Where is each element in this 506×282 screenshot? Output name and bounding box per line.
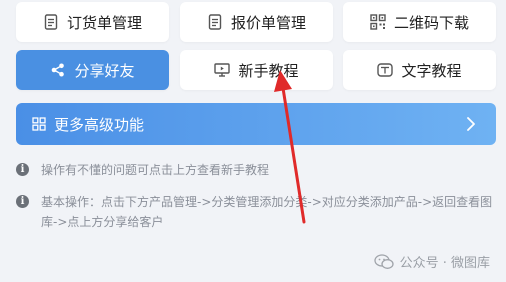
beginner-tutorial-label: 新手教程 <box>238 61 299 80</box>
text-doc-icon <box>377 62 394 78</box>
share-friends-label: 分享好友 <box>74 61 135 80</box>
beginner-tutorial-button[interactable]: 新手教程 <box>180 50 333 90</box>
info-icon: i <box>16 163 29 176</box>
basic-operation-note: i 基本操作：点击下方产品管理->分类管理添加分类->对应分类添加产品->返回查… <box>16 192 496 232</box>
tip-note: i 操作有不懂的问题可点击上方查看新手教程 <box>16 160 486 180</box>
order-management-button[interactable]: 订货单管理 <box>16 2 169 42</box>
qrcode-download-button[interactable]: 二维码下载 <box>343 2 496 42</box>
grid-icon <box>32 117 46 131</box>
qrcode-download-label: 二维码下载 <box>393 13 469 32</box>
document-icon <box>43 14 59 30</box>
text-tutorial-label: 文字教程 <box>401 61 462 80</box>
share-friends-button[interactable]: 分享好友 <box>16 50 169 90</box>
tip-text: 操作有不懂的问题可点击上方查看新手教程 <box>41 163 270 177</box>
watermark: 公众号 · 微图库 <box>373 252 490 271</box>
advanced-features-banner[interactable]: 更多高级功能 <box>16 103 496 145</box>
info-icon: i <box>16 195 29 208</box>
basic-operation-text: 基本操作：点击下方产品管理->分类管理添加分类->对应分类添加产品->返回查看图… <box>41 195 493 229</box>
qrcode-icon <box>370 14 386 30</box>
document-icon <box>207 14 223 30</box>
advanced-features-label: 更多高级功能 <box>54 115 145 134</box>
share-icon <box>50 62 66 78</box>
quotation-management-label: 报价单管理 <box>230 13 306 32</box>
quotation-management-button[interactable]: 报价单管理 <box>180 2 333 42</box>
watermark-text: 公众号 · 微图库 <box>399 256 490 271</box>
text-tutorial-button[interactable]: 文字教程 <box>343 50 496 90</box>
wechat-icon <box>373 253 394 270</box>
chevron-right-icon <box>462 115 480 133</box>
order-management-label: 订货单管理 <box>66 13 142 32</box>
monitor-icon <box>214 62 231 78</box>
